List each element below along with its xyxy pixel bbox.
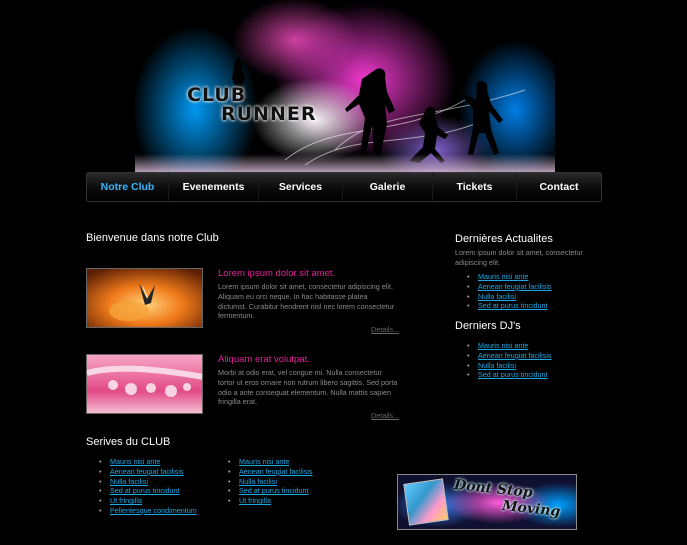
bullet-icon: • <box>99 486 102 496</box>
bullet-icon: • <box>467 291 470 301</box>
bullet-icon: • <box>467 350 470 360</box>
promo-banner[interactable]: Dont Stop Moving <box>397 474 577 530</box>
bullet-icon: • <box>228 466 231 476</box>
link-text[interactable]: Mauris nisi ante <box>110 457 160 466</box>
nav-item-contact[interactable]: Contact <box>517 173 601 201</box>
list-item[interactable]: • Aenean feugiat facilisis <box>225 467 313 477</box>
news-intro: Lorem ipsum dolor sit amet, consectetur … <box>455 248 583 267</box>
list-item[interactable]: • Sed at purus tincidunt <box>464 301 552 311</box>
bullet-icon: • <box>228 486 231 496</box>
link-text[interactable]: Mauris nisi ante <box>478 341 528 350</box>
promo-line2: Moving <box>501 497 561 521</box>
bullet-icon: • <box>99 496 102 506</box>
link-text[interactable]: Nulla facilisi <box>478 292 516 301</box>
main-nav: Notre Club Evenements Services Galerie T… <box>86 172 602 202</box>
link-text[interactable]: Aenean feugiat facilisis <box>239 467 313 476</box>
list-item[interactable]: • Aenean feugiat facilisis <box>96 467 197 477</box>
bullet-icon: • <box>467 272 470 281</box>
services-list-col2: • Mauris nisi ante • Aenean feugiat facili… <box>225 457 313 506</box>
list-item[interactable]: • Nulla facilisi <box>464 361 552 371</box>
header-glow <box>135 154 555 172</box>
link-text[interactable]: Sed at purus tincidunt <box>110 486 180 495</box>
link-text[interactable]: Ut fringilla <box>110 496 142 505</box>
article-body: Lorem ipsum dolor sit amet, consectetur … <box>218 282 395 321</box>
link-text[interactable]: Mauris nisi ante <box>478 272 528 281</box>
link-text[interactable]: Aenean feugiat facilisis <box>110 467 184 476</box>
list-item[interactable]: • Nulla facilisi <box>96 477 197 487</box>
bullet-icon: • <box>228 476 231 486</box>
bullet-icon: • <box>99 466 102 476</box>
bullet-icon: • <box>228 496 231 506</box>
nav-item-services[interactable]: Services <box>259 173 343 201</box>
link-text[interactable]: Ut fringilla <box>239 496 271 505</box>
bullet-icon: • <box>467 370 470 380</box>
bullet-icon: • <box>99 505 102 515</box>
link-text[interactable]: Mauris nisi ante <box>239 457 289 466</box>
list-item[interactable]: • Sed at purus tincidunt <box>464 370 552 380</box>
list-item[interactable]: • Mauris nisi ante <box>464 341 552 351</box>
list-item[interactable]: • Sed at purus tincidunt <box>96 486 197 496</box>
link-text[interactable]: Aenean feugiat facilisis <box>478 351 552 360</box>
link-text[interactable]: Aenean feugiat facilisis <box>478 282 552 291</box>
article-details-link[interactable]: Details... <box>371 325 399 334</box>
list-item[interactable]: • Ut fringilla <box>225 496 313 506</box>
promo-line1: Dont Stop <box>453 476 534 502</box>
header-banner: CLUB RUNNER <box>135 0 555 172</box>
list-item[interactable]: • Mauris nisi ante <box>225 457 313 467</box>
album-cover-icon <box>403 478 449 526</box>
list-item[interactable]: • Nulla facilisi <box>464 292 552 302</box>
link-text[interactable]: Sed at purus tincidunt <box>478 301 548 310</box>
list-item[interactable]: • Nulla facilisi <box>225 477 313 487</box>
link-text[interactable]: Pellentesque condimentum <box>110 506 197 515</box>
article-thumbnail-butterfly[interactable] <box>86 268 203 328</box>
article-details-link[interactable]: Details... <box>371 411 399 420</box>
news-list: • Mauris nisi ante • Aenean feugiat facili… <box>464 272 552 311</box>
bullet-icon: • <box>99 457 102 466</box>
nav-item-evenements[interactable]: Evenements <box>169 173 259 201</box>
link-text[interactable]: Sed at purus tincidunt <box>478 370 548 379</box>
bullet-icon: • <box>467 281 470 291</box>
djs-list: • Mauris nisi ante • Aenean feugiat facili… <box>464 341 552 380</box>
list-item[interactable]: • Aenean feugiat facilisis <box>464 282 552 292</box>
link-text[interactable]: Nulla facilisi <box>110 477 148 486</box>
services-list-col1: • Mauris nisi ante • Aenean feugiat facili… <box>96 457 197 516</box>
article-item: Lorem ipsum dolor sit amet. Lorem ipsum … <box>86 268 401 334</box>
nav-item-galerie[interactable]: Galerie <box>343 173 433 201</box>
bullet-icon: • <box>467 360 470 370</box>
list-item[interactable]: • Sed at purus tincidunt <box>225 486 313 496</box>
article-title[interactable]: Lorem ipsum dolor sit amet. <box>218 268 335 279</box>
logo-text-runner: RUNNER <box>221 103 317 125</box>
bullet-icon: • <box>228 457 231 466</box>
nav-item-tickets[interactable]: Tickets <box>433 173 517 201</box>
list-item[interactable]: • Mauris nisi ante <box>464 272 552 282</box>
services-heading: Serives du CLUB <box>86 436 171 448</box>
article-item: Aliquam erat volutpat. Morbi at odio era… <box>86 354 401 420</box>
link-text[interactable]: Nulla facilisi <box>239 477 277 486</box>
article-title[interactable]: Aliquam erat volutpat. <box>218 354 310 365</box>
djs-heading: Derniers DJ's <box>455 320 521 332</box>
list-item[interactable]: • Pellentesque condimentum <box>96 506 197 516</box>
link-text[interactable]: Sed at purus tincidunt <box>239 486 309 495</box>
bullet-icon: • <box>99 476 102 486</box>
nav-item-notre-club[interactable]: Notre Club <box>87 173 169 201</box>
list-item[interactable]: • Ut fringilla <box>96 496 197 506</box>
welcome-heading: Bienvenue dans notre Club <box>86 232 219 244</box>
list-item[interactable]: • Mauris nisi ante <box>96 457 197 467</box>
link-text[interactable]: Nulla facilisi <box>478 361 516 370</box>
news-heading: Dernières Actualites <box>455 233 553 245</box>
article-body: Morbi at odio erat, vel congue mi. Nulla… <box>218 368 398 407</box>
article-thumbnail-droplets[interactable] <box>86 354 203 414</box>
bullet-icon: • <box>467 341 470 350</box>
bullet-icon: • <box>467 301 470 311</box>
list-item[interactable]: • Aenean feugiat facilisis <box>464 351 552 361</box>
